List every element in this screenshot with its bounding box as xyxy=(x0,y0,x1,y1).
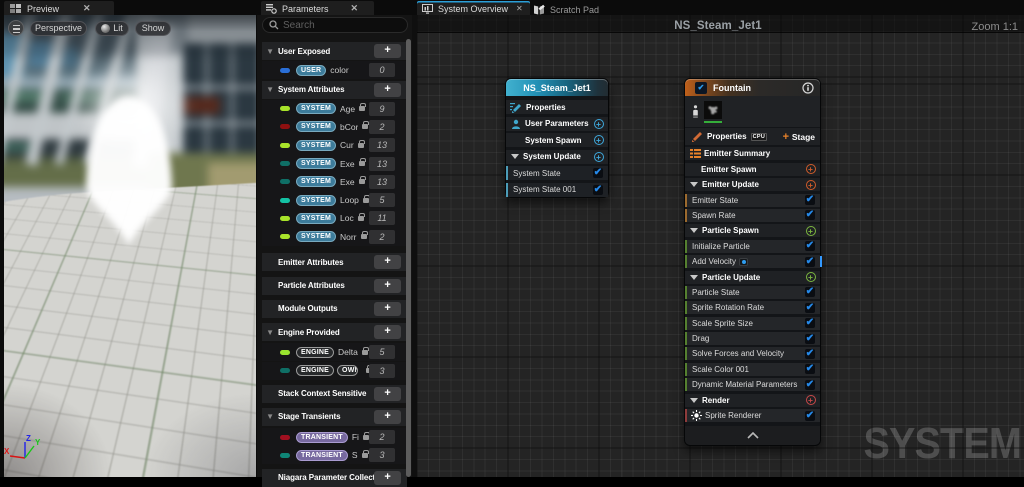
svg-text:Y: Y xyxy=(35,438,41,447)
svg-text:Z: Z xyxy=(26,434,31,443)
svg-text:X: X xyxy=(4,447,10,456)
